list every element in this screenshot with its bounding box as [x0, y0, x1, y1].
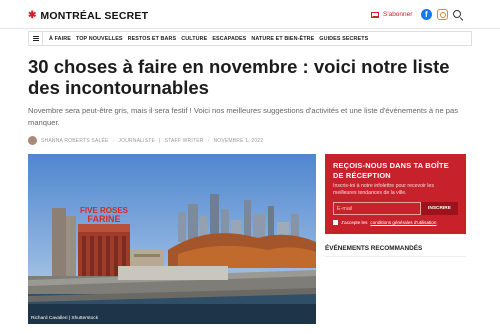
nav-item-top-nouvelles[interactable]: TOP NOUVELLES [76, 36, 123, 42]
hamburger-menu-icon[interactable] [29, 32, 43, 45]
terms-row: J'accepte les conditions générales d'uti… [333, 220, 458, 225]
terms-link[interactable]: conditions générales d'utilisation [370, 220, 436, 225]
nav-item-a-faire[interactable]: À FAIRE [49, 36, 71, 42]
site-header: ✱ MONTRÉAL SECRET S'abonner f [0, 0, 500, 29]
article-title: 30 choses à faire en novembre : voici no… [28, 56, 450, 98]
byline-separator: · [112, 137, 115, 144]
terms-prefix: J'accepte les [341, 220, 368, 225]
byline: SHANNA ROBERTS SALÉE · JOURNALISTE | STA… [28, 136, 263, 145]
image-caption: Richard Cavalleri | Shutterstock [31, 316, 99, 321]
search-icon[interactable] [453, 10, 461, 18]
email-field[interactable] [333, 202, 421, 215]
nav-item-restos-et-bars[interactable]: RESTOS ET BARS [128, 36, 177, 42]
author-avatar [28, 136, 37, 145]
instagram-icon[interactable] [437, 9, 448, 20]
newsletter-body: Inscris-toi à notre infolettre pour rece… [333, 183, 434, 196]
main-nav: À FAIRE TOP NOUVELLES RESTOS ET BARS CUL… [28, 31, 472, 46]
terms-checkbox[interactable] [333, 220, 338, 225]
byline-separator: | [159, 137, 161, 144]
site-logo[interactable]: ✱ MONTRÉAL SECRET [28, 10, 148, 22]
byline-separator: · [207, 137, 210, 144]
svg-text:FIVE ROSES: FIVE ROSES [80, 206, 129, 215]
newsletter-box: REÇOIS-NOUS DANS TA BOÎTE DE RÉCEPTION I… [325, 154, 466, 234]
publish-date: NOVEMBRE 1, 2022 [213, 137, 264, 144]
author-position: STAFF WRITER [164, 137, 204, 144]
facebook-icon[interactable]: f [421, 9, 432, 20]
mail-icon [371, 11, 379, 18]
author-name[interactable]: SHANNA ROBERTS SALÉE [41, 138, 109, 144]
svg-text:FARINE: FARINE [87, 214, 120, 224]
nav-item-culture[interactable]: CULTURE [181, 36, 207, 42]
hero-image: FARINE FIVE ROSES Richard Cavalleri | Sh… [28, 154, 316, 324]
subscribe-label: S'abonner [383, 11, 413, 18]
newsletter-form: INSCRIRE [333, 202, 458, 215]
facebook-glyph: f [425, 10, 428, 19]
montreal-skyline-illustration: FARINE FIVE ROSES [28, 154, 316, 324]
article-dek: Novembre sera peut-être gris, mais il se… [28, 106, 459, 127]
nav-item-guides-secrets[interactable]: GUIDES SECRETS [319, 36, 368, 42]
nav-item-nature[interactable]: NATURE ET BIEN-ÊTRE [251, 36, 314, 42]
recommended-events-heading: ÉVÉNEMENTS RECOMMANDÉS [325, 245, 466, 257]
subscribe-button[interactable]: INSCRIRE [421, 202, 458, 215]
logo-star-icon: ✱ [28, 10, 37, 21]
nav-item-escapades[interactable]: ESCAPADES [212, 36, 246, 42]
logo-text: MONTRÉAL SECRET [40, 10, 149, 22]
subscribe-link[interactable]: S'abonner [371, 11, 412, 18]
author-role: JOURNALISTE [118, 137, 156, 144]
newsletter-title: REÇOIS-NOUS DANS TA BOÎTE DE RÉCEPTION [333, 161, 449, 180]
